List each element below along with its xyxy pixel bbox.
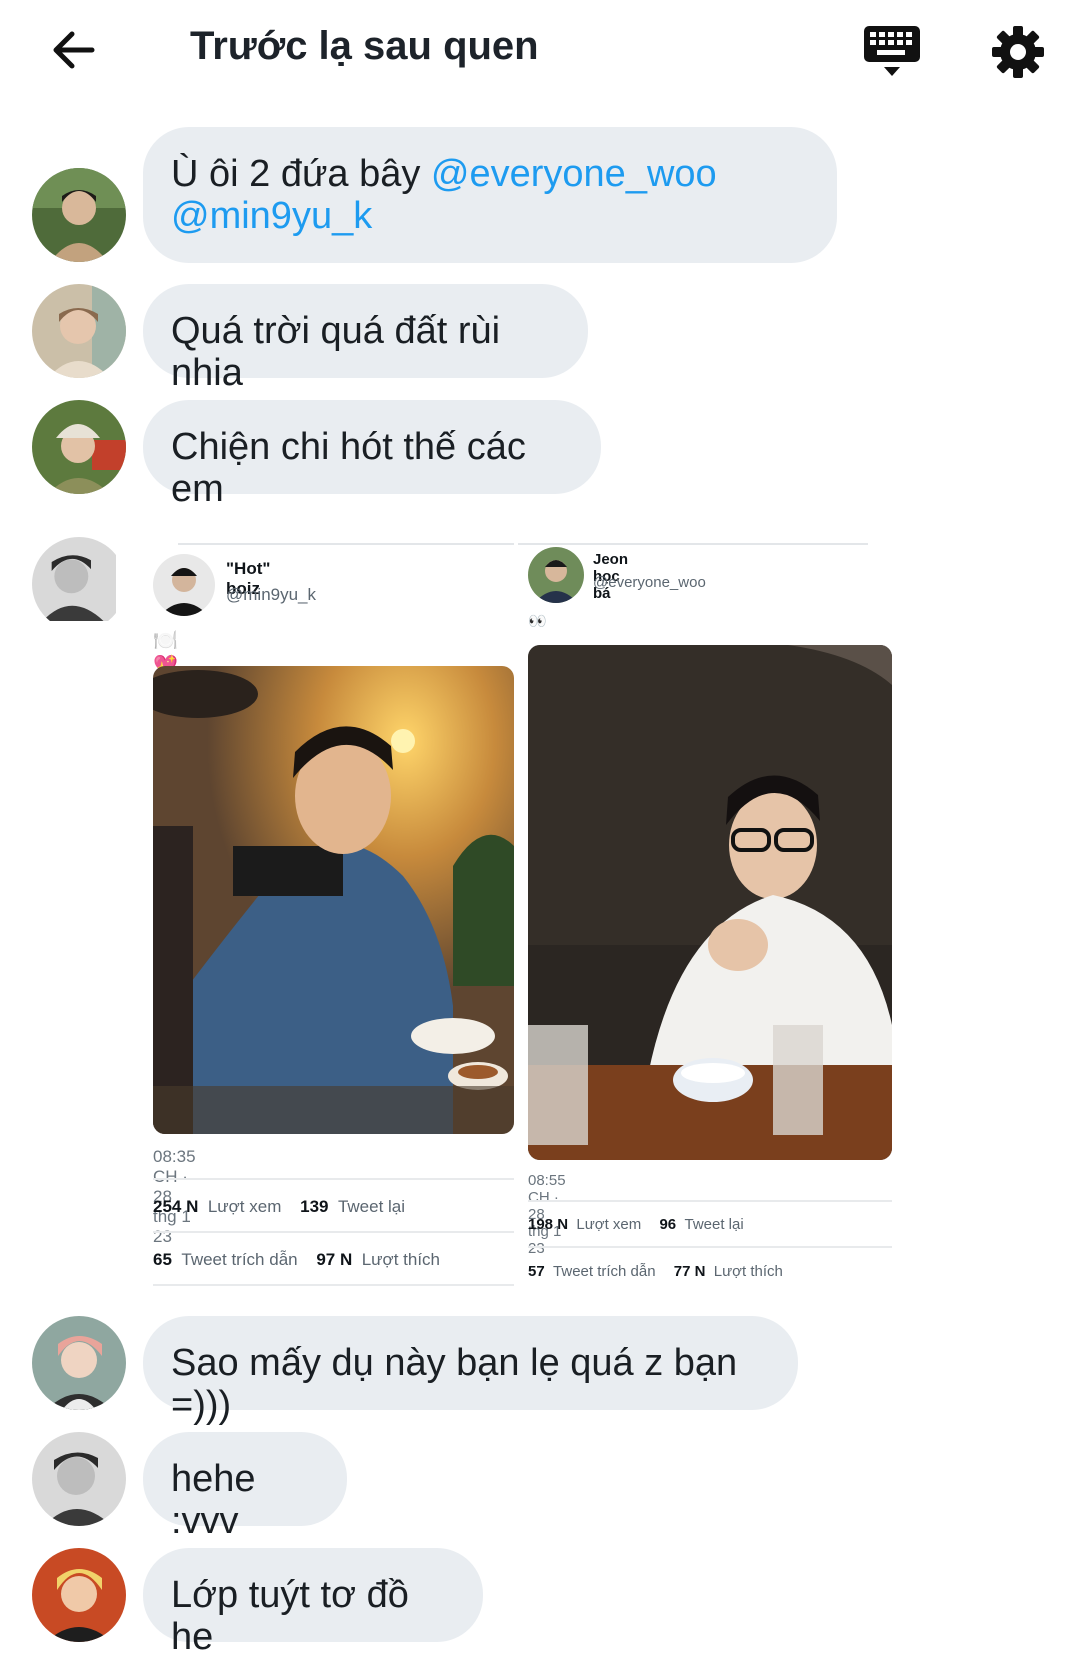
- mention-link[interactable]: @min9yu_k: [171, 195, 372, 237]
- quotes-count: 57: [528, 1263, 545, 1280]
- tweet-timestamp: 08:55 CH · 28 thg 1 23: [528, 1172, 566, 1257]
- likes-label: Lượt thích: [713, 1263, 783, 1280]
- avatar[interactable]: [32, 537, 126, 631]
- tweet-avatar[interactable]: [153, 554, 215, 616]
- keyboard-hide-icon: [864, 26, 920, 76]
- tweet-stats-row: 57 Tweet trích dẫn 77 N Lượt thích: [528, 1263, 783, 1280]
- divider: [153, 1178, 514, 1180]
- quotes-label: Tweet trích dẫn: [553, 1263, 656, 1280]
- avatar[interactable]: [32, 168, 126, 262]
- avatar[interactable]: [32, 1548, 126, 1642]
- gear-icon: [992, 26, 1044, 78]
- avatar-photo: [528, 547, 584, 603]
- avatar-photo: [32, 1548, 126, 1642]
- avatar-photo: [32, 284, 126, 378]
- tweet-photo-image: [528, 645, 892, 1160]
- avatar-photo: [32, 1432, 126, 1526]
- avatar-photo: [153, 554, 215, 616]
- divider: [518, 543, 868, 545]
- message-bubble[interactable]: hehe :vvv: [143, 1432, 347, 1542]
- tweet-photo[interactable]: [528, 645, 892, 1160]
- message-text: Ù ôi 2 đứa bây: [171, 153, 431, 195]
- divider: [153, 1284, 514, 1286]
- quotes-count: 65: [153, 1250, 172, 1269]
- message-bubble[interactable]: Lớp tuýt tơ đồ he: [143, 1548, 483, 1658]
- message-bubble[interactable]: Sao mấy dụ này bạn lẹ quá z bạn =))): [143, 1316, 798, 1426]
- tweet-stats-row: 65 Tweet trích dẫn 97 N Lượt thích: [153, 1250, 440, 1270]
- message-text: Chiện chi hót thế các em: [171, 426, 526, 510]
- keyboard-button[interactable]: [862, 24, 922, 80]
- conversation-title: Trước lạ sau quen: [190, 24, 539, 68]
- divider: [528, 1200, 892, 1202]
- views-label: Lượt xem: [576, 1216, 642, 1233]
- avatar-photo: [32, 168, 126, 262]
- message-bubble[interactable]: Chiện chi hót thế các em: [143, 400, 601, 510]
- tweet-photo[interactable]: [153, 666, 514, 1134]
- divider: [178, 543, 514, 545]
- tweet-stats-row: 198 N Lượt xem 96 Tweet lại: [528, 1216, 744, 1233]
- message-text: Sao mấy dụ này bạn lẹ quá z bạn =))): [171, 1342, 738, 1426]
- divider: [153, 1231, 514, 1233]
- likes-label: Lượt thích: [361, 1250, 441, 1269]
- avatar[interactable]: [32, 400, 126, 494]
- message-bubble[interactable]: Ù ôi 2 đứa bây @everyone_woo @min9yu_k: [143, 127, 837, 263]
- message-bubble[interactable]: Quá trời quá đất rùi nhia: [143, 284, 588, 394]
- mention-link[interactable]: @everyone_woo: [431, 153, 717, 195]
- views-label: Lượt xem: [207, 1197, 282, 1216]
- avatar[interactable]: [32, 1316, 126, 1410]
- message-text: Quá trời quá đất rùi nhia: [171, 310, 501, 394]
- message-text: Lớp tuýt tơ đồ he: [171, 1574, 409, 1658]
- quotes-label: Tweet trích dẫn: [181, 1250, 298, 1269]
- retweets-label: Tweet lại: [684, 1216, 744, 1233]
- tweet-author-handle[interactable]: @min9yu_k: [226, 585, 316, 605]
- chat-header: Trước lạ sau quen: [0, 0, 1080, 100]
- avatar-photo: [32, 537, 116, 621]
- avatar-photo: [32, 1316, 126, 1410]
- tweet-stats-row: 254 N Lượt xem 139 Tweet lại: [153, 1197, 405, 1217]
- avatar[interactable]: [32, 284, 126, 378]
- likes-count: 77 N: [673, 1263, 706, 1280]
- divider: [528, 1246, 892, 1248]
- back-button[interactable]: [48, 24, 100, 76]
- views-count: 254 N: [153, 1197, 199, 1216]
- tweet-photo-image: [153, 666, 514, 1134]
- retweets-count: 139: [300, 1197, 329, 1216]
- views-count: 198 N: [528, 1216, 569, 1233]
- avatar[interactable]: [32, 1432, 126, 1526]
- tweet-text: 👀: [528, 613, 547, 630]
- arrow-left-icon: [53, 31, 95, 69]
- retweets-count: 96: [659, 1216, 677, 1233]
- tweet-avatar[interactable]: [528, 547, 584, 603]
- likes-count: 97 N: [316, 1250, 353, 1269]
- message-text: hehe :vvv: [171, 1458, 256, 1542]
- avatar-photo: [32, 400, 126, 494]
- settings-button[interactable]: [990, 24, 1046, 80]
- retweets-label: Tweet lại: [337, 1197, 406, 1216]
- tweet-author-handle[interactable]: @everyone_woo: [593, 574, 706, 591]
